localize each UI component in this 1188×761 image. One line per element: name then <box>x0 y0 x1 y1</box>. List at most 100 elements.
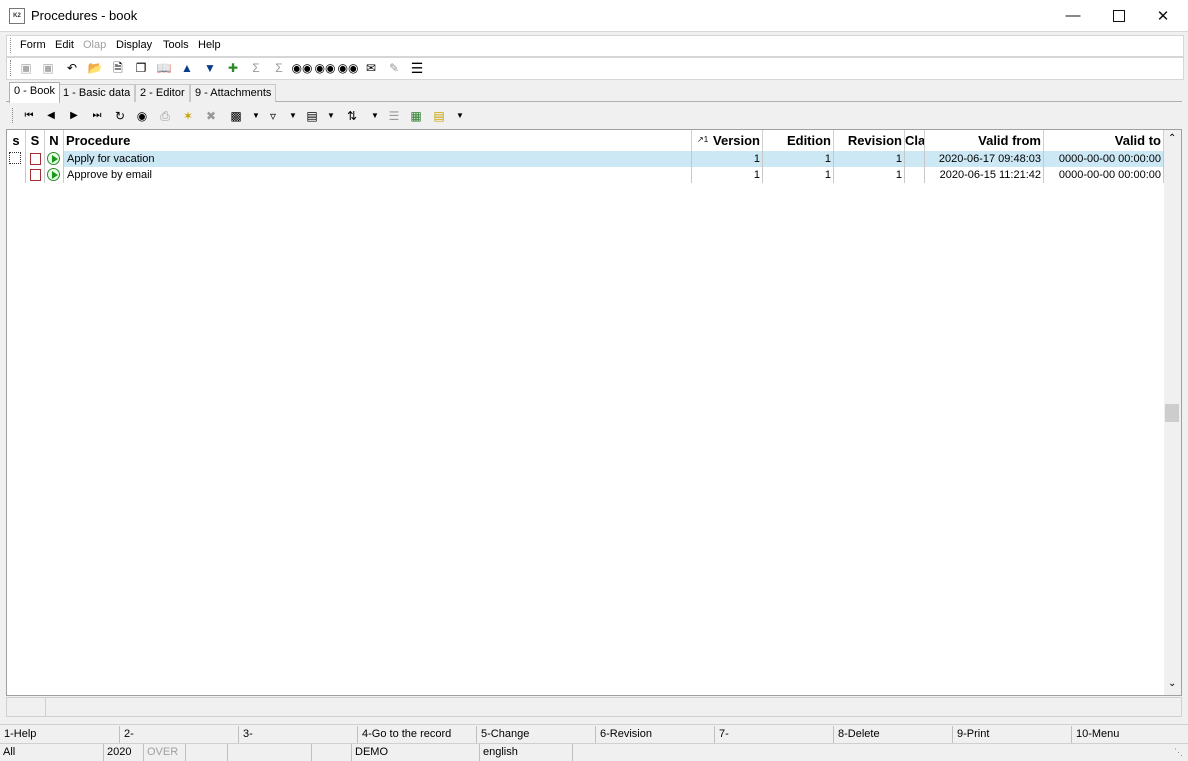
cell-edition: 1 <box>763 151 834 167</box>
columns-dropdown-icon[interactable]: ▼ <box>323 108 339 124</box>
next-record-icon[interactable]: ▶ <box>66 108 82 124</box>
cell-cla <box>905 167 925 183</box>
filter-icon[interactable]: ▿ <box>265 108 281 124</box>
column-header-s-lower[interactable]: s <box>7 130 26 151</box>
grid-toolbar: ⏮ ◀ ▶ ⏭ ↻ ◉ ⎙ ✶ ✖ ▩ ▼ ▿ ▼ ▤ ▼ ⇅ ▼ ☰ ▦ ▤ … <box>6 102 1182 129</box>
find-icon[interactable]: ◉◉ <box>292 60 313 76</box>
cell-revision: 1 <box>834 167 905 183</box>
toolbar-grip[interactable] <box>10 60 14 76</box>
column-header-s-upper[interactable]: S <box>26 130 45 151</box>
tab-book[interactable]: 0 - Book <box>9 82 60 103</box>
fkey-revision[interactable]: 6-Revision <box>595 726 714 743</box>
scroll-up-icon[interactable]: ⌃ <box>1168 133 1176 144</box>
table-row[interactable]: Apply for vacation 1 1 1 2020-06-17 09:4… <box>7 151 1164 167</box>
fkey-7[interactable]: 7- <box>714 726 833 743</box>
mail-icon[interactable]: ✉ <box>363 60 379 76</box>
fkey-menu[interactable]: 10-Menu <box>1071 726 1188 743</box>
report-icon[interactable]: ▤ <box>431 108 447 124</box>
previous-record-icon[interactable]: ◀ <box>43 108 59 124</box>
fkey-print[interactable]: 9-Print <box>952 726 1071 743</box>
move-down-icon[interactable]: ▼ <box>202 60 218 76</box>
move-up-icon[interactable]: ▲ <box>179 60 195 76</box>
save-icon[interactable]: ▣ <box>18 60 34 76</box>
cell-version: 1 <box>692 167 763 183</box>
vertical-scrollbar[interactable]: ⌃ ⌄ <box>1164 130 1181 695</box>
undo-icon[interactable]: ↶ <box>64 60 80 76</box>
first-record-icon[interactable]: ⏮ <box>21 108 37 124</box>
table-row[interactable]: Approve by email 1 1 1 2020-06-15 11:21:… <box>7 167 1164 183</box>
add-record-icon[interactable]: ✚ <box>225 60 241 76</box>
column-header-n[interactable]: N <box>45 130 64 151</box>
menu-form[interactable]: Form <box>20 39 46 51</box>
copy-document-icon[interactable]: ❐ <box>133 60 149 76</box>
menu-display[interactable]: Display <box>116 39 152 51</box>
filter-dropdown-icon[interactable]: ▼ <box>285 108 301 124</box>
column-header-revision[interactable]: Revision <box>834 130 905 151</box>
minimize-button[interactable]: — <box>1050 0 1096 31</box>
menu-tools[interactable]: Tools <box>163 39 189 51</box>
edit-note-icon[interactable]: ✎ <box>386 60 402 76</box>
last-record-icon[interactable]: ⏭ <box>89 108 105 124</box>
book-icon[interactable]: 📖 <box>156 60 172 76</box>
cell-procedure: Apply for vacation <box>64 151 692 167</box>
column-header-valid-from[interactable]: Valid from <box>925 130 1044 151</box>
open-folder-icon[interactable]: 📂 <box>87 60 103 76</box>
search-icon[interactable]: ◉ <box>134 108 150 124</box>
status-year: 2020 <box>104 744 144 761</box>
maximize-button[interactable] <box>1096 0 1142 31</box>
column-header-valid-to[interactable]: Valid to <box>1044 130 1164 151</box>
report-dropdown-icon[interactable]: ▼ <box>452 108 468 124</box>
new-document-icon[interactable]: 🗎 <box>110 60 126 76</box>
scroll-thumb[interactable] <box>1165 404 1179 422</box>
delete-item-icon[interactable]: ✖ <box>203 108 219 124</box>
fkey-delete[interactable]: 8-Delete <box>833 726 952 743</box>
column-header-cla[interactable]: Cla <box>905 130 925 151</box>
row-selector[interactable] <box>7 167 26 183</box>
play-icon <box>47 152 60 165</box>
list-icon[interactable]: ☰ <box>386 108 402 124</box>
menu-grip[interactable] <box>10 38 14 53</box>
document-icon <box>26 167 45 183</box>
menu-edit[interactable]: Edit <box>55 39 74 51</box>
menu-help[interactable]: Help <box>198 39 221 51</box>
column-header-edition[interactable]: Edition <box>763 130 834 151</box>
sort-dropdown-icon[interactable]: ▼ <box>367 108 383 124</box>
columns-icon[interactable]: ▤ <box>304 108 320 124</box>
menu-lines-icon[interactable]: ☰ <box>409 60 425 76</box>
row-selector[interactable] <box>7 151 26 167</box>
resize-grip-icon[interactable]: ⋱ <box>1174 747 1183 758</box>
close-icon: ✕ <box>1156 7 1170 25</box>
fkey-help[interactable]: 1-Help <box>0 726 119 743</box>
fkey-3[interactable]: 3- <box>238 726 357 743</box>
fkey-2[interactable]: 2- <box>119 726 238 743</box>
status-mode: OVER <box>144 744 186 761</box>
sort-icon[interactable]: ⇅ <box>344 108 360 124</box>
cell-cla <box>905 151 925 167</box>
refresh-icon[interactable]: ↻ <box>112 108 128 124</box>
grid-footer <box>6 697 1182 717</box>
find-next-icon[interactable]: ◉◉ <box>315 60 336 76</box>
sum-filter-icon[interactable]: Σ <box>271 60 287 76</box>
grid-toolbar-grip[interactable] <box>12 108 16 123</box>
find-previous-icon[interactable]: ◉◉ <box>338 60 359 76</box>
status-database: DEMO <box>352 744 480 761</box>
fkey-go-to-record[interactable]: 4-Go to the record <box>357 726 476 743</box>
column-header-procedure[interactable]: Procedure <box>64 130 692 151</box>
tab-attachments[interactable]: 9 - Attachments <box>190 84 277 102</box>
column-header-version[interactable]: ↗1 Version <box>692 130 763 151</box>
excel-export-icon[interactable]: ▦ <box>408 108 424 124</box>
save-as-icon[interactable]: ▣ <box>40 60 56 76</box>
close-button[interactable]: ✕ <box>1140 0 1186 31</box>
view-dropdown-icon[interactable]: ▼ <box>248 108 264 124</box>
print-icon[interactable]: ⎙ <box>157 108 173 124</box>
status-language: english <box>480 744 573 761</box>
tab-basic-data[interactable]: 1 - Basic data <box>58 84 136 102</box>
view-icon[interactable]: ▩ <box>228 108 244 124</box>
scroll-down-icon[interactable]: ⌄ <box>1168 678 1176 689</box>
tab-editor[interactable]: 2 - Editor <box>135 84 190 102</box>
fkey-change[interactable]: 5-Change <box>476 726 595 743</box>
status-empty-2 <box>228 744 312 761</box>
sum-icon[interactable]: Σ <box>248 60 264 76</box>
new-item-icon[interactable]: ✶ <box>180 108 196 124</box>
menu-olap: Olap <box>83 39 107 51</box>
